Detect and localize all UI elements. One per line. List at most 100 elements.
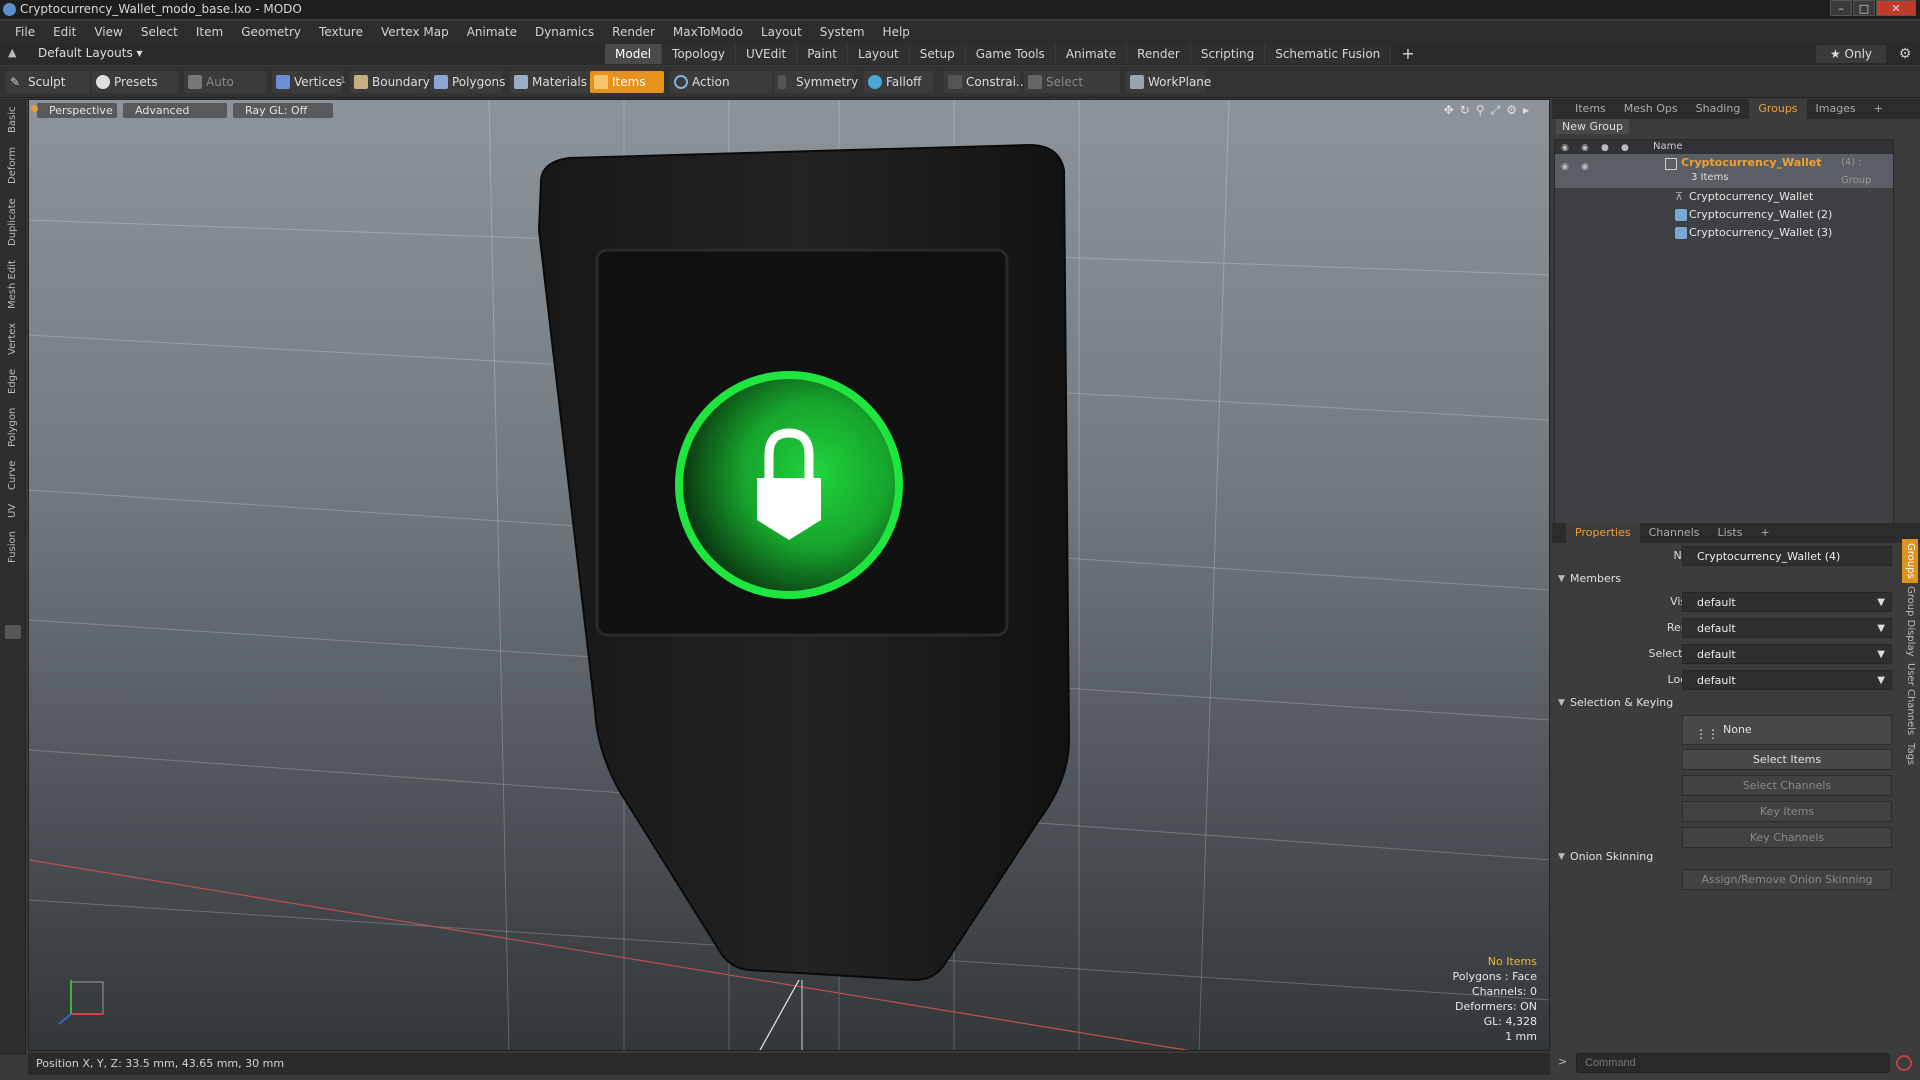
selectable-select[interactable]: default ▼	[1682, 644, 1892, 664]
locked-select[interactable]: default ▼	[1682, 670, 1892, 690]
left-tab-vertex[interactable]: Vertex	[2, 319, 24, 359]
group-row[interactable]: ◉ ◉ Cryptocurrency_Wallet (4) : Group 3 …	[1555, 154, 1893, 188]
add-tab-button[interactable]: +	[1391, 44, 1424, 64]
group-visibility-icon[interactable]: ◉	[1561, 158, 1573, 172]
select-channels-button[interactable]: Select Channels	[1682, 775, 1892, 796]
tab-scripting[interactable]: Scripting	[1190, 44, 1266, 64]
left-tab-duplicate[interactable]: Duplicate	[2, 193, 24, 251]
menu-help[interactable]: Help	[874, 21, 919, 43]
tab-game-tools[interactable]: Game Tools	[965, 44, 1056, 64]
select-through-button[interactable]: Select Through	[1024, 71, 1120, 111]
menu-system[interactable]: System	[811, 21, 874, 43]
name-field[interactable]: Cryptocurrency_Wallet (4)	[1682, 546, 1892, 566]
tab-setup[interactable]: Setup	[909, 44, 966, 64]
render-select[interactable]: default ▼	[1682, 618, 1892, 638]
tab-layout[interactable]: Layout	[847, 44, 910, 64]
maximize-button[interactable]: □	[1853, 0, 1875, 16]
gear-icon[interactable]: ⚙	[1896, 45, 1914, 63]
advanced-button[interactable]: Advanced	[123, 103, 227, 118]
left-tab-fusion[interactable]: Fusion	[2, 527, 24, 567]
tab-mesh-ops[interactable]: Mesh Ops	[1615, 99, 1687, 119]
key-channels-button[interactable]: Key Channels	[1682, 827, 1892, 848]
tab-schematic-fusion[interactable]: Schematic Fusion	[1265, 44, 1392, 64]
menu-vertex-map[interactable]: Vertex Map	[372, 21, 458, 43]
group-render-icon[interactable]: ◉	[1581, 158, 1593, 172]
menu-edit[interactable]: Edit	[44, 21, 85, 43]
falloff-button[interactable]: Falloff	[864, 71, 934, 93]
left-tab-deform[interactable]: Deform	[2, 143, 24, 187]
tab-images[interactable]: Images	[1807, 99, 1865, 119]
none-button[interactable]: ⋮⋮ None	[1682, 715, 1892, 745]
left-tab-uv[interactable]: UV	[2, 499, 24, 523]
list-item[interactable]: ⊼ Cryptocurrency_Wallet	[1555, 188, 1893, 206]
menu-animate[interactable]: Animate	[458, 21, 526, 43]
add-panel-tab-button[interactable]: +	[1865, 99, 1892, 119]
zoom-icon[interactable]: ⚲	[1476, 103, 1485, 118]
left-tab-polygon[interactable]: Polygon	[2, 403, 24, 451]
raygl-button[interactable]: Ray GL: Off	[233, 103, 333, 118]
tab-topology[interactable]: Topology	[662, 44, 737, 64]
materials-button[interactable]: Materials	[510, 71, 590, 93]
constrain-button[interactable]: Constrai...	[944, 71, 1027, 93]
menu-render[interactable]: Render	[603, 21, 664, 43]
tab-lists[interactable]: Lists	[1709, 523, 1752, 543]
presets-button[interactable]: Presets	[92, 71, 178, 93]
layout-arrow-icon[interactable]: ▲	[8, 46, 16, 59]
auto-select-button[interactable]: Auto Select	[184, 71, 266, 111]
tab-shading[interactable]: Shading	[1687, 99, 1750, 119]
polygons-button[interactable]: Polygons	[430, 71, 505, 93]
menu-geometry[interactable]: Geometry	[232, 21, 310, 43]
pan-icon[interactable]: ✥	[1444, 103, 1454, 118]
add-prop-tab-button[interactable]: +	[1751, 523, 1778, 543]
workplane-button[interactable]: WorkPlane	[1126, 71, 1211, 93]
left-tab-basic[interactable]: Basic	[2, 103, 24, 137]
rotate-icon[interactable]: ↻	[1460, 103, 1470, 118]
action-center-button[interactable]: Action Center	[670, 71, 772, 111]
menu-select[interactable]: Select	[132, 21, 187, 43]
3d-viewport[interactable]: Perspective Advanced Ray GL: Off ✥ ↻ ⚲ ⤢…	[28, 99, 1550, 1051]
onion-skinning-section[interactable]: ▼ Onion Skinning	[1552, 847, 1920, 867]
list-item[interactable]: Cryptocurrency_Wallet (3)	[1555, 224, 1893, 242]
menu-file[interactable]: File	[6, 21, 44, 43]
menu-dynamics[interactable]: Dynamics	[526, 21, 603, 43]
record-icon[interactable]	[1896, 1055, 1912, 1071]
selection-keying-section[interactable]: ▼ Selection & Keying	[1552, 693, 1920, 713]
symmetry-button[interactable]: Symmetry	[774, 71, 858, 93]
items-button[interactable]: Items	[590, 71, 664, 93]
menu-view[interactable]: View	[85, 21, 131, 43]
fit-icon[interactable]: ⤢	[1491, 103, 1501, 118]
tab-model[interactable]: Model	[605, 44, 663, 64]
left-tab-mesh-edit[interactable]: Mesh Edit	[2, 257, 24, 313]
left-tab-edge[interactable]: Edge	[2, 363, 24, 399]
command-input[interactable]	[1576, 1053, 1890, 1073]
visible-select[interactable]: default ▼	[1682, 592, 1892, 612]
vertices-button[interactable]: Vertices	[272, 71, 342, 93]
tab-items[interactable]: Items	[1566, 99, 1615, 119]
side-tab-tags[interactable]: Tags	[1902, 739, 1918, 769]
assign-onion-button[interactable]: Assign/Remove Onion Skinning	[1682, 869, 1892, 890]
menu-layout[interactable]: Layout	[752, 21, 811, 43]
list-item[interactable]: Cryptocurrency_Wallet (2)	[1555, 206, 1893, 224]
new-group-button[interactable]: New Group	[1556, 119, 1629, 134]
perspective-button[interactable]: Perspective	[37, 103, 117, 118]
menu-maxtomodo[interactable]: MaxToModo	[664, 21, 752, 43]
close-button[interactable]: ✕	[1876, 0, 1916, 16]
only-button[interactable]: ★ Only	[1816, 45, 1886, 63]
left-tab-curve[interactable]: Curve	[2, 455, 24, 495]
viewport-gear-icon[interactable]: ⚙	[1506, 103, 1517, 118]
default-layouts-dropdown[interactable]: Default Layouts ▾	[38, 46, 143, 60]
side-tab-groups[interactable]: Groups	[1902, 539, 1918, 583]
tab-animate[interactable]: Animate	[1055, 44, 1128, 64]
members-section[interactable]: ▼ Members	[1552, 569, 1920, 589]
side-tab-group-display[interactable]: Group Display	[1902, 583, 1918, 659]
boundary-button[interactable]: Boundary	[350, 71, 430, 93]
select-items-button[interactable]: Select Items	[1682, 749, 1892, 770]
key-items-button[interactable]: Key Items	[1682, 801, 1892, 822]
minimize-button[interactable]: –	[1830, 0, 1852, 16]
tab-render[interactable]: Render	[1127, 44, 1191, 64]
viewport-expand-icon[interactable]: ▸	[1523, 103, 1529, 118]
strip-toggle-button[interactable]	[5, 625, 21, 639]
viewport-dot-icon[interactable]	[31, 105, 38, 112]
tab-groups[interactable]: Groups	[1749, 99, 1807, 119]
sculpt-button[interactable]: ✎ Sculpt	[6, 71, 90, 93]
